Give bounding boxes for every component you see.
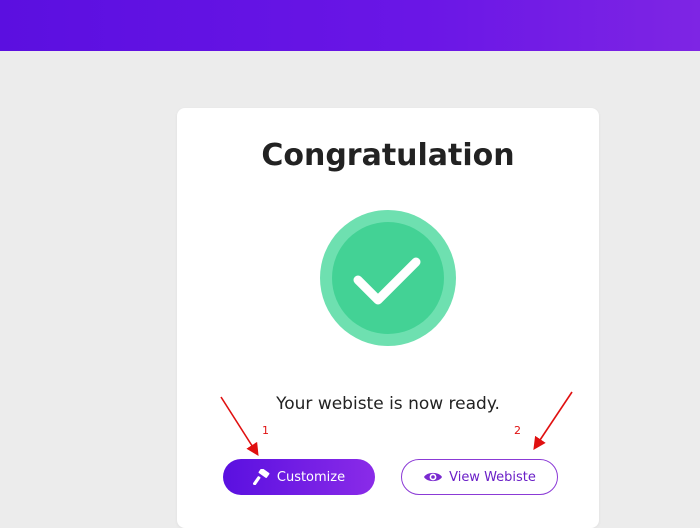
eye-icon <box>423 470 443 484</box>
top-header-bar <box>0 0 700 51</box>
customize-button[interactable]: Customize <box>223 459 375 495</box>
view-website-button-label: View Webiste <box>449 469 536 485</box>
page-title: Congratulation <box>261 138 515 173</box>
view-website-button[interactable]: View Webiste <box>401 459 558 495</box>
ready-message: Your webiste is now ready. <box>276 394 500 414</box>
annotation-marker-1: 1 <box>262 424 269 437</box>
check-circle-icon <box>320 210 456 346</box>
hammer-icon <box>252 469 271 485</box>
annotation-marker-2: 2 <box>514 424 521 437</box>
customize-button-label: Customize <box>276 469 346 485</box>
